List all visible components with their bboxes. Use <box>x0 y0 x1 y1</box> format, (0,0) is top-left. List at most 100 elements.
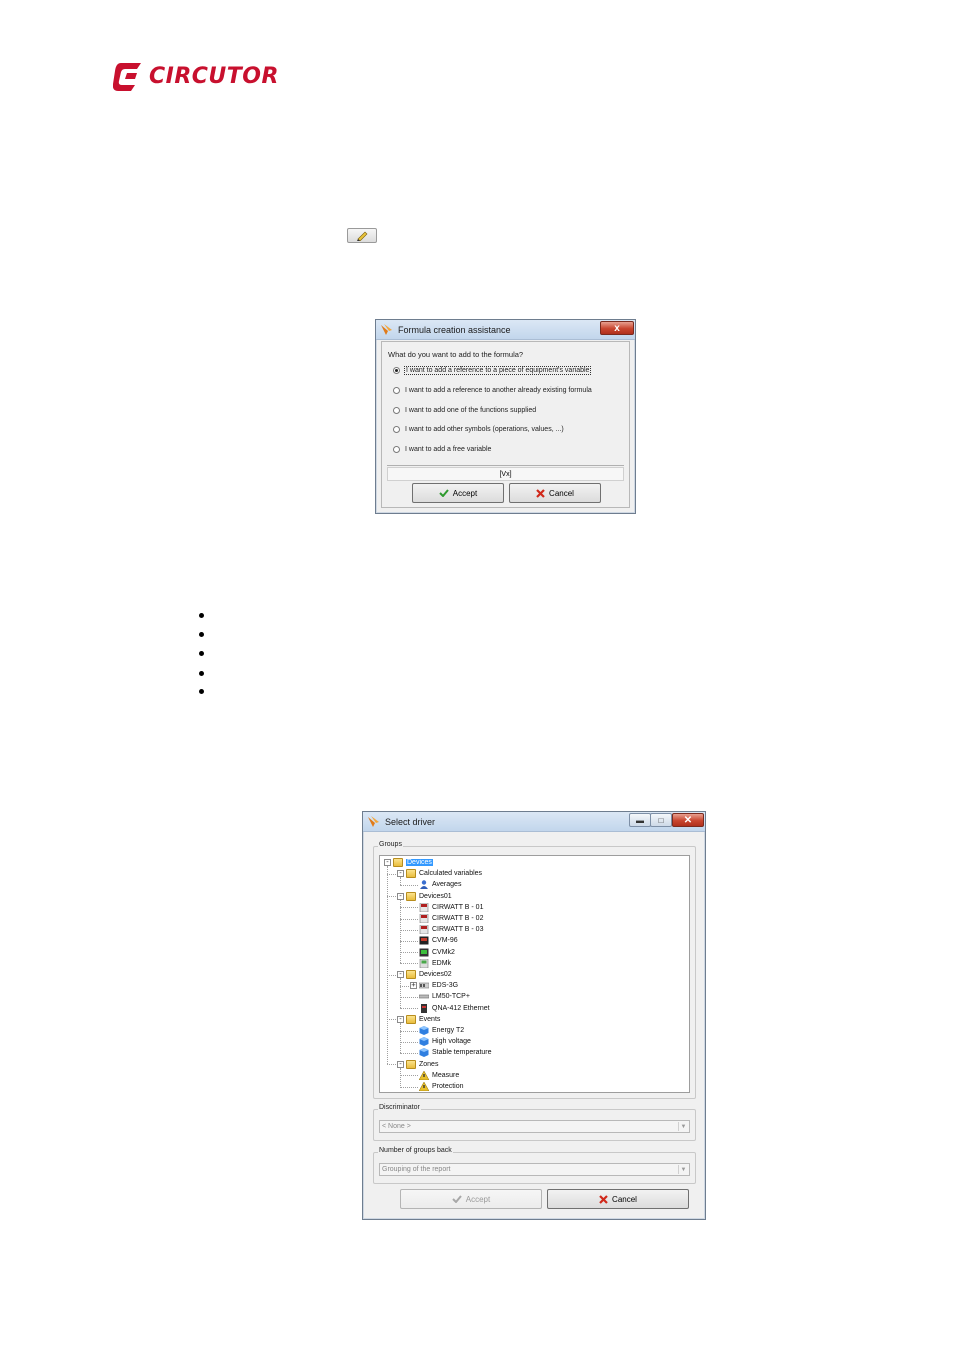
tree-node[interactable]: - Devices02 <box>397 969 452 980</box>
tree-node[interactable]: High voltage <box>419 1036 471 1047</box>
radio-button[interactable] <box>393 407 400 414</box>
groups-back-label: Number of groups back <box>378 1147 453 1154</box>
event-cube-icon <box>419 1037 432 1047</box>
collapse-icon[interactable]: - <box>397 971 404 978</box>
collapse-icon[interactable]: - <box>384 859 391 866</box>
tree-connector <box>400 929 418 931</box>
discriminator-select[interactable]: < None > ▼ <box>379 1120 690 1133</box>
tree-node[interactable]: + EDS-3G <box>410 980 458 991</box>
chevron-down-icon[interactable]: ▼ <box>678 1122 688 1131</box>
formula-preview: [Vx] <box>387 467 624 481</box>
tree-node-label: Energy T2 <box>432 1027 465 1034</box>
option-other-symbols[interactable]: I want to add other symbols (operations,… <box>393 426 564 433</box>
cancel-button[interactable]: Cancel <box>547 1189 689 1209</box>
groups-back-groupbox: Number of groups back Grouping of the re… <box>373 1147 696 1184</box>
groups-tree[interactable]: - Devices - Calculated variables Averages - De… <box>379 855 690 1093</box>
tree-connector <box>400 899 401 964</box>
formula-wizard-button[interactable] <box>347 228 377 243</box>
title-bar: Formula creation assistance x <box>376 320 635 340</box>
tree-connector <box>387 1064 396 1066</box>
pencil-icon <box>357 231 368 241</box>
tree-connector <box>387 866 388 1065</box>
tree-node[interactable]: Energy T2 <box>419 1025 464 1036</box>
tree-node-label: CVMk2 <box>432 948 455 956</box>
tree-node[interactable]: - Devices <box>384 857 433 868</box>
collapse-icon[interactable]: - <box>397 1060 404 1068</box>
tree-node[interactable]: CIRWATT B - 01 <box>419 902 483 913</box>
maximize-button[interactable]: □ <box>650 813 672 827</box>
tree-node[interactable]: Measure <box>419 1070 459 1081</box>
zone-warning-icon <box>419 1082 432 1091</box>
tree-node-label: CIRWATT B - 03 <box>432 926 484 934</box>
tree-connector <box>400 985 409 987</box>
separator <box>387 465 624 466</box>
collapse-icon[interactable]: - <box>397 870 404 878</box>
tree-node-label: High voltage <box>432 1038 471 1046</box>
device-icon <box>419 981 432 990</box>
tree-connector <box>387 896 396 898</box>
tree-node[interactable]: CVM-96 <box>419 935 458 946</box>
tree-node[interactable]: Averages <box>419 879 461 890</box>
radio-button[interactable] <box>393 367 400 374</box>
checkmark-icon <box>439 489 449 497</box>
tree-node-label: QNA-412 Ethernet <box>432 1004 490 1012</box>
close-button[interactable]: x <box>600 321 634 335</box>
analyzer-icon <box>419 948 432 957</box>
collapse-icon[interactable]: - <box>397 1015 404 1023</box>
chevron-down-icon[interactable]: ▼ <box>678 1165 688 1174</box>
groups-groupbox: Groups - Devices - Calculated variables Aver… <box>373 841 696 1099</box>
tree-connector <box>400 963 418 965</box>
tree-connector <box>400 1008 418 1010</box>
cancel-button[interactable]: Cancel <box>509 483 601 503</box>
radio-button[interactable] <box>393 426 400 433</box>
option-functions[interactable]: I want to add one of the functions suppl… <box>393 407 536 414</box>
tree-node-label: Stable temperature <box>432 1049 492 1057</box>
tree-node-label: EDS-3G <box>432 982 459 990</box>
option-existing-formula[interactable]: I want to add a reference to another alr… <box>393 387 592 394</box>
tree-node[interactable]: CIRWATT B - 03 <box>419 924 483 935</box>
tree-connector <box>400 978 401 1009</box>
discriminator-label: Discriminator <box>378 1104 421 1111</box>
analyzer-icon <box>419 936 432 945</box>
app-icon <box>368 815 379 827</box>
tree-node[interactable]: EDMk <box>419 958 451 969</box>
tree-node-label: Calculated variables <box>419 870 483 878</box>
meter-icon <box>419 958 432 968</box>
close-button[interactable]: ✕ <box>672 813 704 827</box>
minimize-button[interactable]: ▬ <box>629 813 651 827</box>
formula-creation-dialog: Formula creation assistance x What do yo… <box>375 319 636 514</box>
accept-label: Accept <box>465 1194 491 1204</box>
tree-connector <box>400 996 418 998</box>
accept-button[interactable]: Accept <box>412 483 504 503</box>
circutor-logo: CIRCUTOR <box>113 59 279 93</box>
tree-node[interactable]: Protection <box>419 1081 464 1092</box>
folder-icon <box>406 891 419 901</box>
tree-node[interactable]: - Calculated variables <box>397 868 482 879</box>
tree-node[interactable]: - Devices01 <box>397 891 452 902</box>
accept-button[interactable]: Accept <box>400 1189 542 1209</box>
tree-node[interactable]: - Zones <box>397 1059 438 1070</box>
option-free-variable[interactable]: I want to add a free variable <box>393 446 491 453</box>
tree-node[interactable]: Stable temperature <box>419 1047 492 1058</box>
device-icon <box>419 992 432 1001</box>
tree-node-label: CIRWATT B - 02 <box>432 915 484 922</box>
bullet-point <box>199 632 204 637</box>
collapse-icon[interactable]: - <box>397 892 404 900</box>
bullet-point <box>199 613 204 618</box>
tree-node[interactable]: CVMk2 <box>419 947 455 958</box>
tree-connector <box>400 884 418 886</box>
circutor-logo-icon <box>113 63 141 91</box>
bullet-point <box>199 651 204 656</box>
tree-node[interactable]: - Events <box>397 1014 440 1025</box>
event-cube-icon <box>419 1048 432 1058</box>
tree-node[interactable]: QNA-412 Ethernet <box>419 1003 490 1014</box>
tree-node[interactable]: LM50-TCP+ <box>419 991 470 1002</box>
expand-icon[interactable]: + <box>410 982 417 990</box>
analyzer-icon <box>419 1003 432 1013</box>
groups-back-select[interactable]: Grouping of the report ▼ <box>379 1163 690 1176</box>
radio-button[interactable] <box>393 387 400 394</box>
tree-node[interactable]: CIRWATT B - 02 <box>419 913 483 924</box>
option-equipment-variable[interactable]: I want to add a reference to a piece of … <box>393 366 592 375</box>
tree-connector <box>400 1067 401 1087</box>
radio-button[interactable] <box>393 446 400 453</box>
